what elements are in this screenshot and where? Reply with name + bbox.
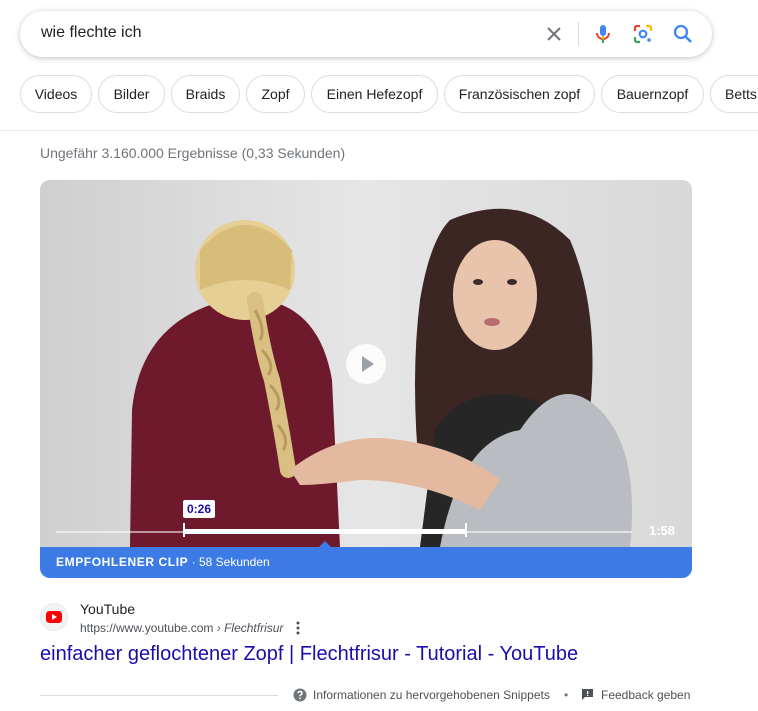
microphone-icon[interactable]	[591, 22, 615, 46]
chip-betts[interactable]: Betts	[710, 75, 758, 113]
search-filter-chips: Videos Bilder Braids Zopf Einen Hefezopf…	[0, 75, 758, 115]
search-icon[interactable]	[671, 22, 695, 46]
clip-end-marker	[465, 523, 467, 537]
recommended-clip-bar[interactable]: EMPFOHLENER CLIP · 58 Sekunden	[40, 547, 692, 578]
chip-zopf[interactable]: Zopf	[246, 75, 305, 113]
search-input[interactable]: wie flechte ich	[41, 24, 142, 42]
result-site-name: YouTube	[80, 601, 136, 617]
feedback-link[interactable]: Feedback geben	[581, 688, 690, 702]
chip-bauernzopf[interactable]: Bauernzopf	[601, 75, 704, 113]
chip-braids[interactable]: Braids	[171, 75, 240, 113]
feedback-icon	[582, 689, 593, 700]
youtube-icon	[40, 603, 68, 631]
play-icon	[362, 356, 374, 372]
clip-length: · 58 Sekunden	[191, 555, 270, 569]
search-bar-divider	[578, 22, 579, 46]
clip-label: EMPFOHLENER CLIP	[56, 555, 189, 569]
play-button[interactable]	[346, 344, 386, 384]
result-url-domain: https://www.youtube.com	[80, 621, 214, 635]
feedback-label: Feedback geben	[601, 688, 691, 702]
result-title-link[interactable]: einfacher geflochtener Zopf | Flechtfris…	[40, 643, 578, 666]
search-bar: wie flechte ich	[20, 11, 712, 57]
chips-divider	[0, 130, 758, 131]
footer-separator: •	[564, 688, 569, 702]
chip-franzoesischen-zopf[interactable]: Französischen zopf	[444, 75, 595, 113]
footer-divider	[40, 695, 278, 696]
result-url[interactable]: https://www.youtube.com › Flechtfrisur	[80, 621, 283, 635]
close-icon[interactable]	[542, 22, 566, 46]
featured-video[interactable]: 0:26 1:58 EMPFOHLENER CLIP · 58 Sekunden	[40, 180, 692, 578]
snippets-info-link[interactable]: Informationen zu hervorgehobenen Snippet…	[293, 688, 550, 702]
more-vert-icon[interactable]	[292, 620, 304, 636]
clip-start-time: 0:26	[183, 500, 216, 518]
timeline-clip-segment[interactable]	[184, 529, 466, 534]
camera-lens-icon[interactable]	[631, 22, 655, 46]
chip-bilder[interactable]: Bilder	[98, 75, 165, 113]
snippets-info-label: Informationen zu hervorgehobenen Snippet…	[313, 688, 550, 702]
chip-videos[interactable]: Videos	[20, 75, 92, 113]
result-stats: Ungefähr 3.160.000 Ergebnisse (0,33 Seku…	[40, 145, 346, 161]
video-duration: 1:58	[649, 523, 676, 538]
result-url-breadcrumb: › Flechtfrisur	[216, 621, 284, 635]
clip-start-marker	[183, 523, 185, 537]
help-icon	[293, 688, 307, 702]
chip-einen-hefezopf[interactable]: Einen Hefezopf	[311, 75, 438, 113]
